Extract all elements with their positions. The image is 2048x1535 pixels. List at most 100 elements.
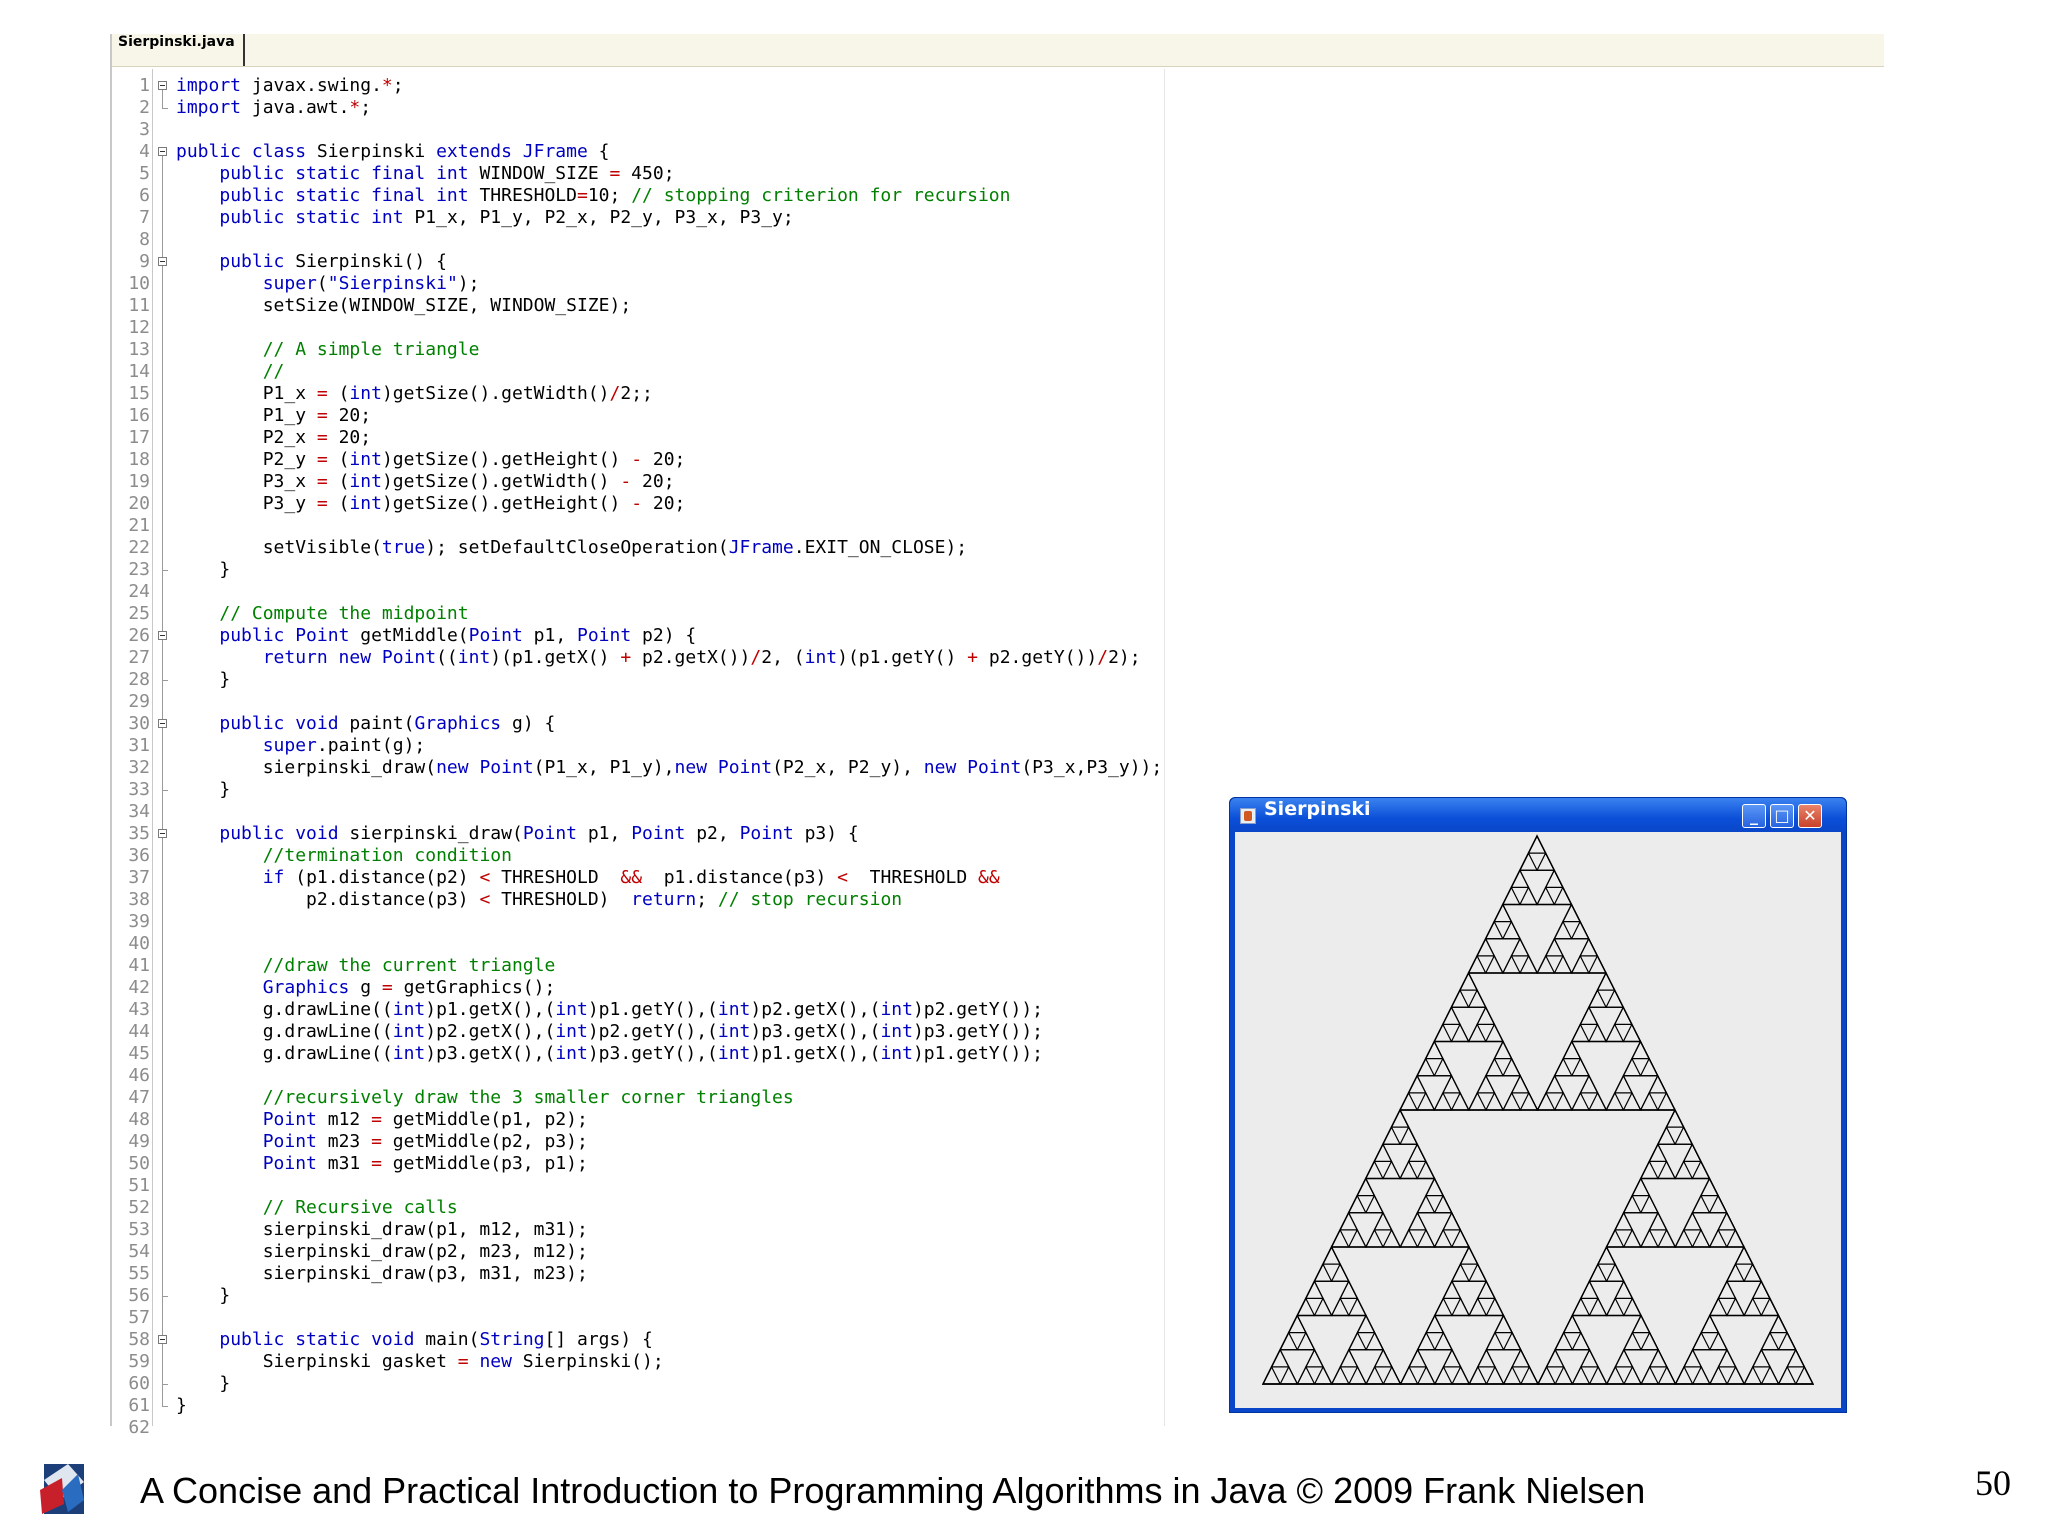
sierpinski-triangle [1726, 1365, 1746, 1385]
window-titlebar[interactable]: Sierpinski _ □ ✕ [1230, 798, 1846, 832]
sierpinski-triangle [1734, 1245, 1754, 1265]
code-line: Graphics g = getGraphics(); [262, 977, 556, 998]
sierpinski-triangle [1339, 1279, 1359, 1299]
sierpinski-triangle [1605, 1091, 1625, 1111]
footer-text: A Concise and Practical Introduction to … [140, 1470, 1646, 1511]
sierpinski-triangle [1501, 886, 1521, 906]
window-canvas [1235, 832, 1841, 1408]
sierpinski-triangle [1613, 1005, 1633, 1025]
sierpinski-triangle [1364, 1160, 1384, 1180]
sierpinski-triangle [1365, 1365, 1385, 1385]
code-line: // Recursive calls [262, 1197, 458, 1218]
sierpinski-triangle [1321, 1245, 1342, 1265]
sierpinski-triangle [1433, 1057, 1453, 1077]
sierpinski-triangle [1399, 1160, 1419, 1180]
sierpinski-triangle [1545, 1348, 1565, 1368]
code-line: public void paint(Graphics g) { [219, 713, 556, 734]
sierpinski-triangle [1570, 1023, 1590, 1043]
sierpinski-triangle [1450, 1023, 1470, 1043]
maximize-button[interactable]: □ [1770, 804, 1794, 828]
sierpinski-triangle [1270, 1348, 1290, 1368]
line-number: 57 [128, 1307, 150, 1328]
fold-toggle-icon[interactable] [158, 829, 167, 838]
sierpinski-triangle [1433, 1023, 1453, 1043]
sierpinski-triangle [1682, 1142, 1702, 1162]
sierpinski-triangle [1382, 1365, 1402, 1385]
fold-toggle-icon[interactable] [158, 719, 167, 728]
sierpinski-triangle [1725, 1262, 1746, 1282]
fold-toggle-icon[interactable] [158, 81, 167, 90]
line-number: 46 [128, 1065, 150, 1086]
tab-bar: Sierpinski.java [112, 34, 1884, 67]
sierpinski-triangle [1279, 1331, 1299, 1351]
sierpinski-triangle [1544, 868, 1564, 888]
code-line: P1_x = (int)getSize().getWidth()/2;; [176, 383, 653, 404]
code-line: //termination condition [262, 845, 512, 866]
close-button[interactable]: ✕ [1798, 804, 1822, 828]
sierpinski-triangle [1450, 1228, 1470, 1248]
line-number: 51 [128, 1175, 150, 1196]
sierpinski-triangle [1743, 1297, 1763, 1317]
line-number: 6 [139, 185, 150, 206]
sierpinski-triangle [1450, 1262, 1471, 1282]
code-line: setVisible(true); setDefaultCloseOperati… [176, 537, 968, 558]
code-line: P1_y = 20; [176, 405, 372, 426]
code-line: //draw the current triangle [262, 955, 556, 976]
sierpinski-triangle [1562, 1314, 1582, 1334]
sierpinski-triangle [1433, 1194, 1453, 1214]
sierpinski-triangle [1476, 1348, 1496, 1368]
sierpinski-triangle [1382, 1228, 1402, 1248]
sierpinski-triangle [1433, 1091, 1453, 1111]
sierpinski-triangle [1553, 954, 1573, 974]
sierpinski-triangle [1630, 1040, 1651, 1060]
sierpinski-triangle [1656, 1125, 1677, 1145]
sierpinski-triangle [1665, 1108, 1685, 1128]
code-line: if (p1.distance(p2) < THRESHOLD && p1.di… [262, 867, 1000, 888]
sierpinski-triangle [1700, 1314, 1720, 1334]
fold-toggle-icon[interactable] [158, 1335, 167, 1344]
sierpinski-triangle [1296, 1297, 1316, 1317]
sierpinski-triangle [1674, 1365, 1694, 1385]
sierpinski-triangle [1708, 1365, 1729, 1385]
sierpinski-triangle [1450, 1297, 1471, 1317]
line-number: 50 [128, 1153, 150, 1174]
sierpinski-triangle [1708, 1228, 1728, 1248]
sierpinski-triangle [1743, 1262, 1763, 1282]
sierpinski-triangle [1390, 1108, 1410, 1128]
line-number: 41 [128, 955, 150, 976]
sierpinski-triangle [1373, 1142, 1393, 1162]
code-line: public static int P1_x, P1_y, P2_x, P2_y… [219, 207, 794, 228]
fold-toggle-icon[interactable] [158, 631, 167, 640]
sierpinski-triangle [1347, 1228, 1367, 1248]
sierpinski-triangle [1777, 1331, 1797, 1351]
sierpinski-triangle [1467, 1091, 1487, 1111]
code-line: // [262, 361, 285, 382]
code-line: } [176, 559, 231, 580]
sierpinski-triangle [1476, 1074, 1496, 1094]
sierpinski-triangle [1570, 1091, 1591, 1111]
sierpinski-triangle [1579, 1005, 1599, 1025]
sierpinski-triangle [1416, 1160, 1436, 1180]
code-line: sierpinski_draw(p1, m12, m31); [176, 1219, 588, 1240]
sierpinski-triangle [1347, 1331, 1368, 1351]
minimize-button[interactable]: _ [1742, 804, 1766, 828]
sierpinski-triangle [1433, 1331, 1453, 1351]
sierpinski-triangle [1553, 920, 1573, 940]
sierpinski-triangle [1657, 1365, 1677, 1385]
sierpinski-triangle [1339, 1348, 1359, 1368]
fold-toggle-icon[interactable] [158, 147, 167, 156]
sierpinski-triangle [1442, 1348, 1462, 1368]
sierpinski-triangle [1519, 954, 1539, 974]
sierpinski-triangle [1674, 1228, 1694, 1248]
sierpinski-triangle-drawing [1262, 834, 1814, 1385]
sierpinski-triangle [1502, 1057, 1522, 1077]
fold-toggle-icon[interactable] [158, 257, 167, 266]
sierpinski-triangle [1416, 1228, 1436, 1248]
sierpinski-triangle [1579, 1074, 1599, 1094]
sierpinski-triangle [1330, 1262, 1350, 1282]
file-tab[interactable]: Sierpinski.java [112, 34, 245, 66]
sierpinski-triangle [1510, 1074, 1530, 1094]
sierpinski-triangle [1468, 1297, 1488, 1317]
fold-end [162, 1384, 168, 1385]
sierpinski-window[interactable]: Sierpinski _ □ ✕ [1229, 797, 1847, 1413]
